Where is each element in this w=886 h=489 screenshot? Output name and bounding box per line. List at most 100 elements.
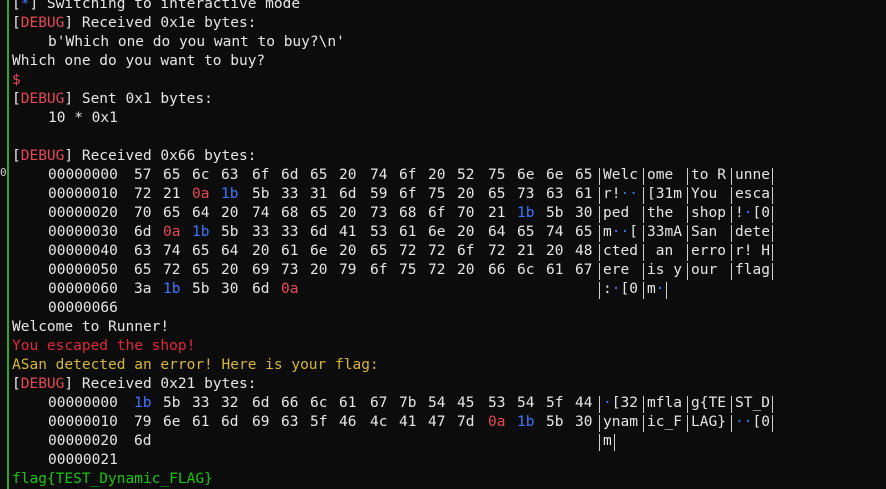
ascii-chunk: !·[0 [735, 205, 770, 221]
hex-byte: 5b [252, 186, 270, 202]
hex-byte: 72 [163, 262, 181, 278]
hex-byte: 6d [221, 414, 239, 430]
hex-byte: 73 [281, 262, 299, 278]
ascii-separator [731, 263, 732, 280]
hexdump-1-row: 00000030 6d 0a 1b 5b 33 33 6d 41 53 61 6e 20 64 65 74 65… [12, 223, 886, 242]
hex-byte: 4c [370, 414, 388, 430]
hex-byte: 46 [339, 414, 357, 430]
ascii-chunk: ··[0 [735, 414, 770, 430]
ascii-separator [687, 244, 688, 261]
hex-byte: 20 [428, 167, 446, 183]
hexdump-1-row: 00000050 65 72 65 20 69 73 20 79 6f 75 72 20 66 6c 61 67… [12, 261, 886, 280]
hex-byte: 65 [192, 262, 210, 278]
hex-byte: 65 [192, 243, 210, 259]
ascii-chunk: g{TE [691, 395, 726, 411]
ascii-separator [771, 396, 773, 413]
ascii-separator [643, 396, 644, 413]
hex-byte: 3a [134, 281, 152, 297]
hex-byte: 73 [370, 205, 388, 221]
ascii-chunk: You [691, 186, 718, 202]
hex-byte: 6e [428, 224, 446, 240]
hex-byte: 20 [546, 243, 564, 259]
hex-byte: 1b [517, 205, 535, 221]
hex-byte: 68 [399, 205, 417, 221]
ascii-chunk: [31m [647, 186, 682, 202]
hex-offset: 00000010 [48, 414, 118, 430]
debug-recv2-line: [DEBUG] Received 0x66 bytes: [12, 148, 257, 164]
ascii-chunk: m··[ [603, 224, 638, 240]
hex-byte: 69 [252, 262, 270, 278]
ascii-separator [687, 396, 688, 413]
debug-sent-line: [DEBUG] Sent 0x1 bytes: [12, 91, 213, 107]
hex-byte: 65 [134, 262, 152, 278]
hex-byte: 67 [575, 262, 593, 278]
hex-byte: 75 [428, 186, 446, 202]
ascii-chunk: ynam [603, 414, 638, 430]
hex-byte: 61 [339, 395, 357, 411]
ascii-separator [599, 206, 600, 223]
hex-byte: 7d [457, 414, 475, 430]
hex-byte: 74 [252, 205, 270, 221]
hexdump-2-row: 00000020 6d m [12, 432, 886, 451]
ascii-separator [687, 206, 688, 223]
hex-byte: 66 [281, 395, 299, 411]
hex-byte: 59 [370, 186, 388, 202]
hex-byte: 63 [281, 414, 299, 430]
hex-offset: 00000030 [48, 224, 118, 240]
ascii-separator [687, 415, 688, 432]
ascii-separator [599, 168, 600, 185]
ascii-separator [771, 187, 773, 204]
debug-recv3-line: [DEBUG] Received 0x21 bytes: [12, 376, 257, 392]
hex-byte: 1b [517, 414, 535, 430]
ascii-chunk: the [647, 205, 674, 221]
ascii-separator [643, 187, 644, 204]
ascii-chunk: ped [603, 205, 630, 221]
hex-byte: 33 [252, 224, 270, 240]
ascii-chunk: ic_F [647, 414, 682, 430]
ascii-separator [731, 225, 732, 242]
hex-byte: 30 [575, 205, 593, 221]
hex-byte: 6e [546, 167, 564, 183]
hex-offset: 00000040 [48, 243, 118, 259]
hex-byte: 21 [163, 186, 181, 202]
hex-byte: 73 [517, 186, 535, 202]
hex-byte: 63 [546, 186, 564, 202]
hex-byte: 31 [310, 186, 328, 202]
hex-byte: 72 [134, 186, 152, 202]
hex-byte: 6e [163, 414, 181, 430]
ascii-separator [771, 225, 773, 242]
hex-byte: 33 [281, 186, 299, 202]
hex-byte: 1b [221, 186, 239, 202]
hex-byte: 6f [370, 262, 388, 278]
hex-byte: 33 [281, 224, 299, 240]
hex-byte: 20 [252, 243, 270, 259]
ascii-separator [613, 434, 615, 451]
ascii-separator [731, 244, 732, 261]
hex-byte: 69 [252, 414, 270, 430]
flag-line: flag{TEST_Dynamic_FLAG} [12, 471, 213, 487]
hex-byte: 6e [517, 167, 535, 183]
hex-byte: 5b [163, 395, 181, 411]
ascii-separator [731, 206, 732, 223]
hex-byte: 44 [575, 395, 593, 411]
hexdump-2-row: 00000010 79 6e 61 6d 69 63 5f 46 4c 41 47 7d 0a 1b 5b 30… [12, 413, 886, 432]
hex-byte: 67 [370, 395, 388, 411]
hex-byte: 64 [221, 243, 239, 259]
hex-offset: 00000020 [48, 205, 118, 221]
terminal-output[interactable]: [*] Switching to interactive mode [DEBUG… [12, 0, 886, 489]
ascii-separator [599, 415, 600, 432]
hex-byte: 6d [252, 281, 270, 297]
hex-byte: 5b [192, 281, 210, 297]
ascii-chunk: esca [735, 186, 770, 202]
hexdump-1-row: 00000020 70 65 64 20 74 68 65 20 73 68 6f 70 21 1b 5b 30… [12, 204, 886, 223]
ascii-chunk: unne [735, 167, 770, 183]
hex-byte: 65 [575, 167, 593, 183]
ascii-chunk: shop [691, 205, 726, 221]
ascii-separator [771, 206, 773, 223]
hexdump-2-end-offset: 00000021 [48, 452, 118, 468]
ascii-chunk: mfla [647, 395, 682, 411]
hex-byte: 63 [221, 167, 239, 183]
shell-prompt[interactable]: $ [12, 71, 886, 90]
hex-byte: 68 [281, 205, 299, 221]
